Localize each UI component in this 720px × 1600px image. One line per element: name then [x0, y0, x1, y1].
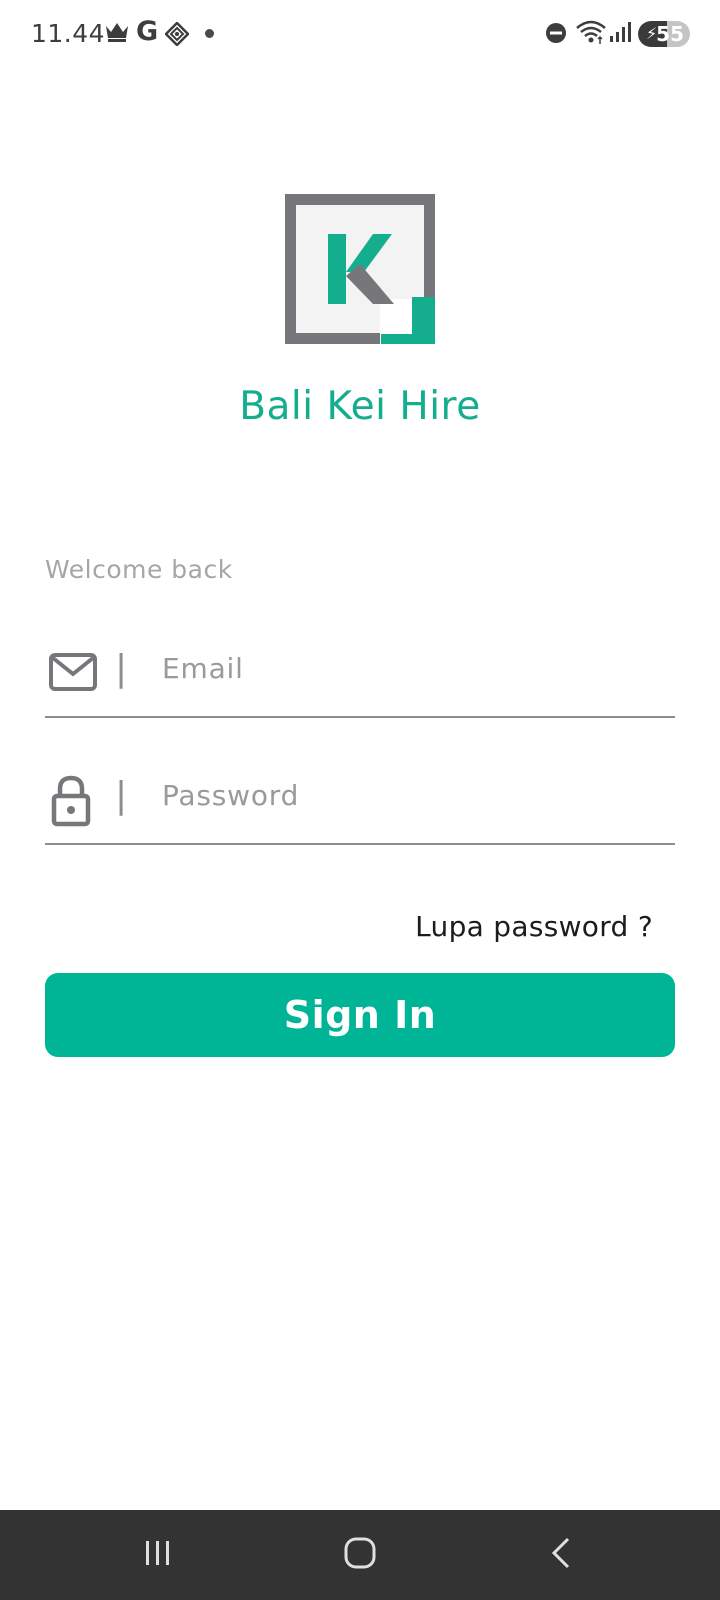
wifi-icon: [575, 19, 607, 49]
back-button[interactable]: [502, 1510, 622, 1600]
status-bar: 11.44 G ⚡ 55: [0, 0, 720, 70]
sign-in-button[interactable]: Sign In: [45, 973, 675, 1057]
forgot-password-link[interactable]: Lupa password ?: [415, 910, 653, 943]
home-icon: [344, 1537, 376, 1573]
app-logo: [285, 194, 435, 344]
battery-charging-icon: ⚡ 55: [638, 21, 690, 47]
field-separator: |: [115, 775, 128, 816]
password-input[interactable]: [162, 765, 662, 825]
login-screen: 11.44 G ⚡ 55 Bali Kei Hire Welcome back …: [0, 0, 720, 1600]
diamond-grid-icon: [164, 21, 190, 50]
battery-level: 55: [656, 22, 684, 46]
do-not-disturb-icon: [545, 22, 567, 48]
field-separator: |: [115, 648, 128, 689]
crown-icon: [104, 20, 130, 48]
status-time: 11.44: [31, 19, 106, 48]
dot-icon: [205, 29, 214, 38]
google-icon: G: [136, 16, 159, 47]
email-field[interactable]: |: [45, 628, 675, 718]
home-button[interactable]: [300, 1510, 420, 1600]
password-field[interactable]: |: [45, 755, 675, 845]
lock-icon: [49, 775, 93, 831]
email-input[interactable]: [162, 638, 662, 698]
mail-icon: [49, 653, 97, 695]
signal-icon: [609, 20, 631, 48]
recents-button[interactable]: [98, 1510, 218, 1600]
back-icon: [550, 1537, 574, 1573]
welcome-text: Welcome back: [45, 555, 233, 584]
app-name: Bali Kei Hire: [239, 384, 481, 429]
navigation-bar: [0, 1510, 720, 1600]
recents-icon: [143, 1539, 173, 1571]
